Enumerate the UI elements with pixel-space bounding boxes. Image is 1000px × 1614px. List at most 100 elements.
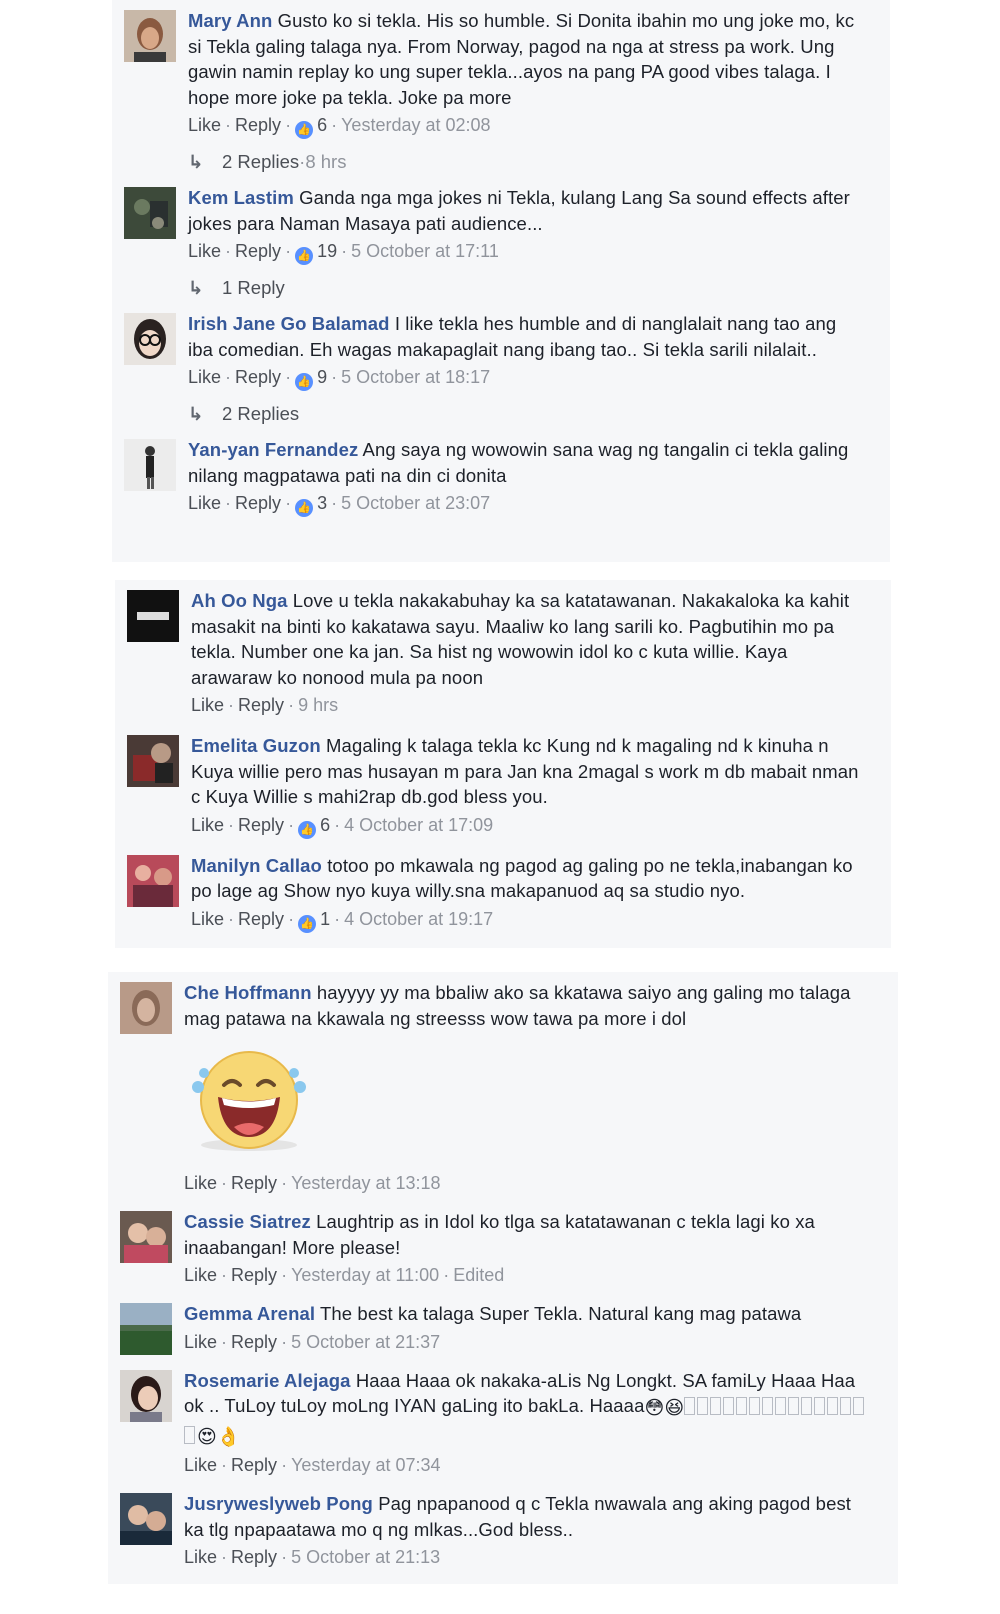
like-link[interactable]: Like bbox=[184, 1332, 217, 1352]
replies-count[interactable]: 2 Replies bbox=[222, 403, 299, 424]
comment: Jusryweslyweb Pong Pag npapanood q c Tek… bbox=[120, 1491, 868, 1571]
replies-toggle[interactable]: ↳ 2 Replies bbox=[188, 401, 860, 427]
avatar[interactable] bbox=[124, 313, 176, 365]
like-count[interactable]: 19 bbox=[317, 241, 337, 261]
reply-link[interactable]: Reply bbox=[238, 909, 284, 929]
replies-toggle[interactable]: ↳ 2 Replies·8 hrs bbox=[188, 149, 860, 175]
like-link[interactable]: Like bbox=[191, 815, 224, 835]
avatar[interactable] bbox=[127, 590, 179, 642]
laughing-sticker[interactable] bbox=[184, 1045, 314, 1155]
timestamp[interactable]: Yesterday at 02:08 bbox=[341, 115, 490, 135]
comment: Mary Ann Gusto ko si tekla. His so humbl… bbox=[124, 8, 860, 139]
like-link[interactable]: Like bbox=[188, 367, 221, 387]
thumbs-up-icon[interactable]: 👍 bbox=[298, 914, 317, 933]
reply-link[interactable]: Reply bbox=[235, 241, 281, 261]
timestamp[interactable]: 5 October at 17:11 bbox=[351, 241, 499, 261]
edited-label[interactable]: Edited bbox=[453, 1265, 504, 1285]
author-name[interactable]: Cassie Siatrez bbox=[184, 1211, 311, 1232]
author-name[interactable]: Jusryweslyweb Pong bbox=[184, 1493, 373, 1514]
author-name[interactable]: Che Hoffmann bbox=[184, 982, 312, 1003]
avatar[interactable] bbox=[120, 1211, 172, 1263]
like-link[interactable]: Like bbox=[184, 1455, 217, 1475]
timestamp[interactable]: 5 October at 23:07 bbox=[341, 493, 490, 513]
avatar[interactable] bbox=[127, 735, 179, 787]
like-count[interactable]: 6 bbox=[317, 115, 327, 135]
like-link[interactable]: Like bbox=[191, 909, 224, 929]
comment-body: Love u tekla nakakabuhay ka sa katatawan… bbox=[191, 590, 850, 688]
separator: · bbox=[225, 241, 232, 261]
comment-actions: Like · Reply · 👍 3 · 5 October at 23:07 bbox=[188, 489, 860, 517]
like-link[interactable]: Like bbox=[184, 1265, 217, 1285]
reply-link[interactable]: Reply bbox=[238, 695, 284, 715]
separator: · bbox=[341, 241, 348, 261]
like-link[interactable]: Like bbox=[184, 1173, 217, 1193]
author-name[interactable]: Kem Lastim bbox=[188, 187, 294, 208]
author-name[interactable]: Rosemarie Alejaga bbox=[184, 1370, 351, 1391]
thumbs-up-icon[interactable]: 👍 bbox=[295, 247, 314, 265]
avatar[interactable] bbox=[120, 1303, 172, 1355]
author-name[interactable]: Emelita Guzon bbox=[191, 735, 321, 756]
timestamp[interactable]: 5 October at 18:17 bbox=[341, 367, 490, 387]
reply-link[interactable]: Reply bbox=[235, 493, 281, 513]
separator: · bbox=[221, 1331, 228, 1352]
separator: · bbox=[228, 908, 235, 929]
timestamp[interactable]: Yesterday at 07:34 bbox=[291, 1455, 440, 1475]
like-link[interactable]: Like bbox=[188, 115, 221, 135]
author-name[interactable]: Irish Jane Go Balamad bbox=[188, 313, 390, 334]
emoji-group: 😳😆 bbox=[644, 1398, 685, 1419]
reply-link[interactable]: Reply bbox=[231, 1332, 277, 1352]
reply-link[interactable]: Reply bbox=[231, 1455, 277, 1475]
comment: Manilyn Callao totoo po mkawala ng pagod… bbox=[127, 853, 861, 933]
avatar[interactable] bbox=[120, 982, 172, 1034]
like-link[interactable]: Like bbox=[188, 241, 221, 261]
replies-toggle[interactable]: ↳ 1 Reply bbox=[188, 275, 860, 301]
timestamp[interactable]: 4 October at 17:09 bbox=[344, 815, 493, 835]
thumbs-up-icon[interactable]: 👍 bbox=[298, 820, 317, 839]
separator: · bbox=[221, 1173, 228, 1193]
like-link[interactable]: Like bbox=[184, 1547, 217, 1567]
author-name[interactable]: Gemma Arenal bbox=[184, 1303, 315, 1324]
like-count[interactable]: 6 bbox=[320, 815, 330, 835]
separator: · bbox=[443, 1265, 450, 1285]
avatar[interactable] bbox=[124, 187, 176, 239]
timestamp[interactable]: Yesterday at 11:00 bbox=[291, 1265, 439, 1285]
timestamp[interactable]: 5 October at 21:13 bbox=[291, 1547, 440, 1567]
separator: · bbox=[221, 1455, 228, 1475]
comment-text: Che Hoffmann hayyyy yy ma bbaliw ako sa … bbox=[184, 980, 868, 1031]
like-link[interactable]: Like bbox=[191, 695, 224, 715]
like-count[interactable]: 3 bbox=[317, 493, 327, 513]
reply-link[interactable]: Reply bbox=[231, 1547, 277, 1567]
like-count[interactable]: 1 bbox=[320, 909, 330, 929]
timestamp[interactable]: 5 October at 21:37 bbox=[291, 1332, 440, 1352]
comment-text: Irish Jane Go Balamad I like tekla hes h… bbox=[188, 311, 860, 362]
timestamp[interactable]: 4 October at 19:17 bbox=[344, 909, 493, 929]
separator: · bbox=[288, 814, 295, 835]
thumbs-up-icon[interactable]: 👍 bbox=[295, 499, 314, 517]
avatar[interactable] bbox=[120, 1493, 172, 1545]
replies-count[interactable]: 2 Replies bbox=[222, 151, 299, 172]
like-count[interactable]: 9 bbox=[317, 367, 327, 387]
author-name[interactable]: Manilyn Callao bbox=[191, 855, 322, 876]
replies-count[interactable]: 1 Reply bbox=[222, 277, 285, 298]
avatar[interactable] bbox=[124, 439, 176, 491]
thumbs-up-icon[interactable]: 👍 bbox=[295, 121, 314, 139]
like-link[interactable]: Like bbox=[188, 493, 221, 513]
comment-text: Gemma Arenal The best ka talaga Super Te… bbox=[184, 1301, 868, 1327]
author-name[interactable]: Mary Ann bbox=[188, 10, 272, 31]
author-name[interactable]: Ah Oo Nga bbox=[191, 590, 287, 611]
reply-link[interactable]: Reply bbox=[238, 815, 284, 835]
reply-link[interactable]: Reply bbox=[231, 1173, 277, 1193]
timestamp[interactable]: 9 hrs bbox=[298, 695, 338, 715]
separator: · bbox=[288, 908, 295, 929]
timestamp[interactable]: Yesterday at 13:18 bbox=[291, 1173, 440, 1193]
reply-link[interactable]: Reply bbox=[235, 367, 281, 387]
avatar[interactable] bbox=[124, 10, 176, 62]
avatar[interactable] bbox=[120, 1369, 172, 1422]
avatar[interactable] bbox=[127, 854, 179, 907]
comment: Irish Jane Go Balamad I like tekla hes h… bbox=[124, 311, 860, 391]
comment-actions: Like · Reply · Yesterday at 13:18 bbox=[184, 1169, 868, 1197]
author-name[interactable]: Yan-yan Fernandez bbox=[188, 439, 358, 460]
reply-link[interactable]: Reply bbox=[235, 115, 281, 135]
thumbs-up-icon[interactable]: 👍 bbox=[295, 373, 314, 391]
reply-link[interactable]: Reply bbox=[231, 1265, 277, 1285]
